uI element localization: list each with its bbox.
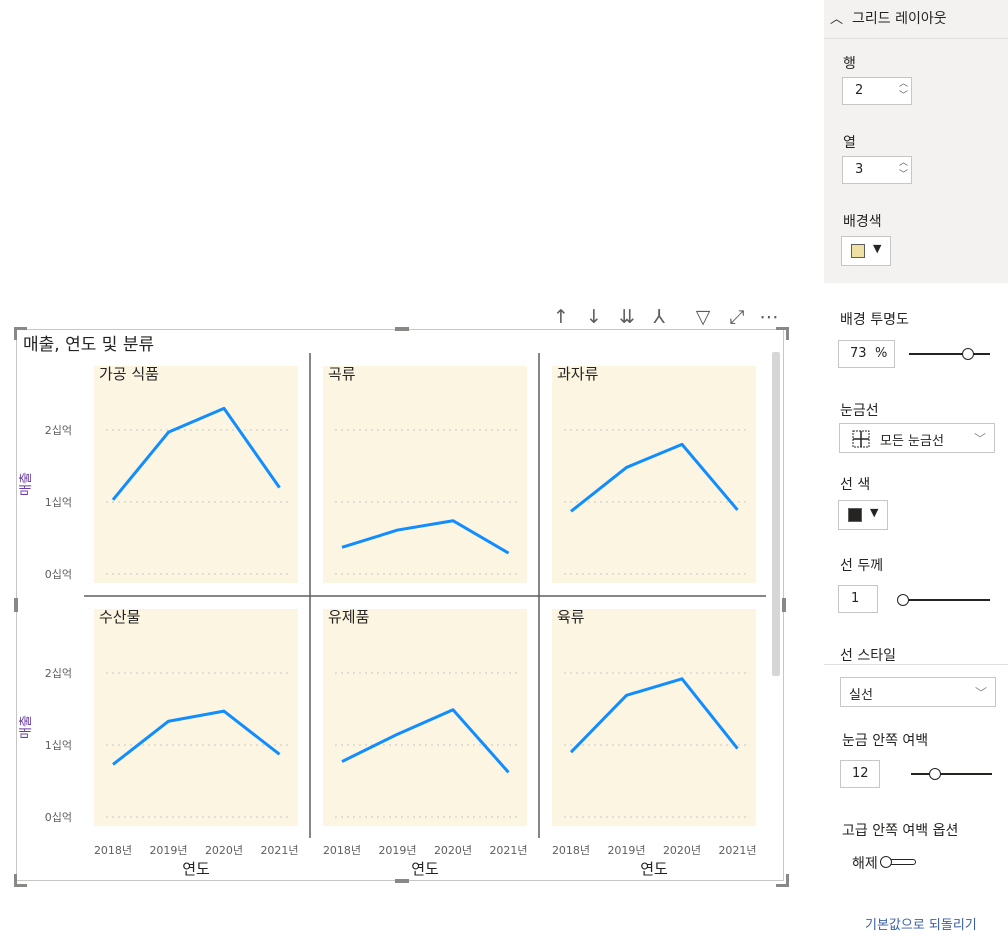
background-color-picker[interactable]: ▼ [841, 236, 891, 266]
line-width-value: 1 [851, 591, 860, 606]
rows-stepper[interactable]: 2 ︿ ﹀ [842, 77, 912, 105]
y-axis-label: 매출 [19, 472, 34, 496]
x-tick-label: 2018년 [323, 844, 361, 857]
stepper-down-icon[interactable]: ﹀ [899, 92, 908, 101]
panel-title: 유제품 [328, 608, 369, 626]
panel-background [552, 609, 756, 826]
x-axis-label: 연도 [640, 860, 668, 878]
y-tick-label: 0십억 [45, 568, 72, 581]
panel-title: 곡류 [328, 365, 356, 383]
vertical-scrollbar[interactable] [772, 352, 780, 676]
y-tick-label: 1십억 [45, 739, 72, 752]
toggle-state-label: 해제 [852, 856, 878, 872]
caret-down-icon: ▼ [870, 506, 879, 519]
stepper-up-icon[interactable]: ︿ [899, 159, 908, 168]
columns-value: 3 [855, 162, 864, 177]
x-tick-label: 2021년 [260, 844, 298, 857]
x-tick-label: 2020년 [434, 844, 472, 857]
gridlines-value: 모든 눈금선 [880, 434, 944, 449]
toggle-knob [880, 856, 892, 868]
line-width-input[interactable]: 1 [838, 585, 878, 613]
small-multiple-panel: 유제품 [323, 608, 527, 826]
inner-padding-slider-track[interactable] [911, 773, 992, 775]
small-multiple-panel: 가공 식품 [94, 365, 298, 583]
x-axis-label: 연도 [411, 860, 439, 878]
line-width-slider-thumb[interactable] [897, 594, 909, 606]
columns-stepper[interactable]: 3 ︿ ﹀ [842, 156, 912, 184]
panel-title: 과자류 [557, 365, 599, 383]
chevron-up-icon: ︿ [830, 12, 844, 27]
panel-background [323, 366, 527, 583]
background-color-label: 배경색 [843, 214, 882, 230]
rows-value: 2 [855, 83, 864, 98]
background-transparency-label: 배경 투명도 [840, 312, 909, 328]
caret-down-icon: ▼ [873, 242, 882, 255]
advanced-padding-label: 고급 안쪽 여백 옵션 [842, 823, 959, 839]
line-color-label: 선 색 [840, 477, 871, 493]
line-width-slider-track[interactable] [903, 599, 990, 601]
transparency-slider-track[interactable] [909, 353, 990, 355]
gridlines-dropdown[interactable]: 모든 눈금선 ﹀ [839, 423, 995, 453]
line-style-value: 실선 [849, 688, 873, 703]
x-tick-label: 2019년 [607, 844, 645, 857]
chevron-down-icon: ﹀ [973, 432, 986, 446]
inner-padding-input[interactable]: 12 [840, 760, 880, 788]
rows-label: 행 [843, 56, 856, 72]
section-divider [824, 38, 1008, 39]
y-tick-label: 1십억 [45, 496, 72, 509]
small-multiples-line-chart[interactable]: 가공 식품0십억1십억2십억매출곡류 과자류수산물0십억1십억2십억매출2018년… [0, 0, 800, 900]
advanced-padding-toggle[interactable] [880, 856, 916, 868]
x-tick-label: 2018년 [94, 844, 132, 857]
columns-label: 열 [843, 135, 856, 151]
x-tick-label: 2021년 [718, 844, 756, 857]
section-title: 그리드 레이아웃 [852, 11, 947, 27]
y-tick-label: 2십억 [45, 424, 72, 437]
percent-sign: % [875, 346, 888, 361]
small-multiple-panel: 과자류 [552, 365, 756, 583]
color-swatch [848, 508, 862, 522]
line-style-label: 선 스타일 [840, 648, 896, 664]
stepper-up-icon[interactable]: ︿ [899, 80, 908, 89]
line-style-dropdown[interactable]: 실선 ﹀ [840, 677, 996, 707]
x-tick-label: 2021년 [489, 844, 527, 857]
x-tick-label: 2020년 [205, 844, 243, 857]
small-multiple-panel: 곡류 [323, 365, 527, 583]
transparency-value: 73 [850, 346, 867, 361]
y-tick-label: 0십억 [45, 811, 72, 824]
grid-layout-section-header[interactable]: ︿ 그리드 레이아웃 [830, 8, 1000, 30]
x-axis-label: 연도 [182, 860, 210, 878]
x-tick-label: 2019년 [378, 844, 416, 857]
small-multiple-panel: 육류 [552, 608, 756, 826]
all-gridlines-icon [852, 430, 870, 448]
small-multiple-panel: 수산물 [94, 608, 298, 826]
panel-background [323, 609, 527, 826]
panel-title: 육류 [557, 608, 585, 626]
x-tick-label: 2018년 [552, 844, 590, 857]
line-color-picker[interactable]: ▼ [838, 500, 888, 530]
line-width-label: 선 두께 [840, 558, 884, 574]
gridlines-label: 눈금선 [840, 403, 879, 419]
y-tick-label: 2십억 [45, 667, 72, 680]
panel-background [552, 366, 756, 583]
inner-padding-label: 눈금 안쪽 여백 [842, 733, 929, 749]
y-axis-label: 매출 [19, 715, 34, 739]
reset-to-default-link[interactable]: 기본값으로 되돌리기 [865, 914, 977, 933]
chevron-down-icon: ﹀ [974, 686, 987, 700]
x-tick-label: 2019년 [149, 844, 187, 857]
background-transparency-input[interactable]: 73 % [838, 340, 895, 368]
inner-padding-value: 12 [852, 766, 869, 781]
panel-background [94, 366, 298, 583]
panel-title: 수산물 [99, 608, 140, 626]
color-swatch [851, 244, 865, 258]
panel-title: 가공 식품 [99, 365, 159, 383]
x-tick-label: 2020년 [663, 844, 701, 857]
stepper-down-icon[interactable]: ﹀ [899, 171, 908, 180]
